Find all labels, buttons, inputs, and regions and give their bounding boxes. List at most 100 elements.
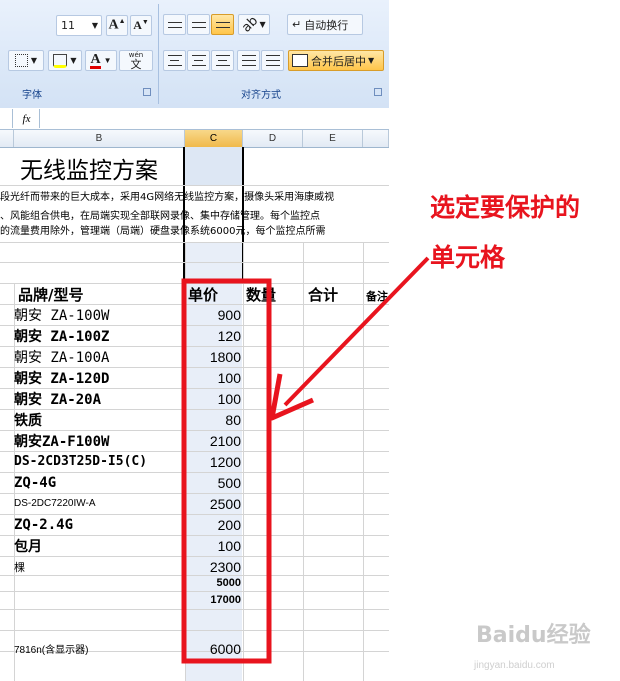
formula-input[interactable] bbox=[41, 109, 387, 128]
header-total[interactable]: 合计 bbox=[308, 284, 338, 305]
brand-cell[interactable]: DS-2CD3T25D-I5(C) bbox=[14, 451, 147, 472]
price-cell[interactable]: 100 bbox=[185, 388, 241, 409]
font-size-box[interactable]: 11 ▼ bbox=[56, 15, 102, 36]
header-price[interactable]: 单价 bbox=[188, 284, 218, 305]
brand-cell[interactable]: 朝安ZA-F100W bbox=[14, 430, 109, 451]
column-header-d[interactable]: D bbox=[243, 130, 303, 147]
price-cell[interactable]: 200 bbox=[185, 514, 241, 535]
grid-vline bbox=[363, 242, 364, 681]
brand-cell[interactable]: 朝安 ZA-100W bbox=[14, 304, 109, 325]
shrink-font-button[interactable]: A▼ bbox=[130, 15, 152, 36]
column-header-e[interactable]: E bbox=[303, 130, 363, 147]
header-note[interactable]: 备注 bbox=[366, 288, 388, 304]
merge-center-icon bbox=[292, 54, 308, 67]
grow-font-button[interactable]: A▲ bbox=[106, 15, 128, 36]
price-cell[interactable]: 1800 bbox=[185, 346, 241, 367]
wrap-text-icon: ↵ bbox=[292, 18, 302, 31]
price-cell[interactable]: 100 bbox=[185, 367, 241, 388]
brand-cell[interactable]: 朝安 ZA-100Z bbox=[14, 325, 109, 346]
brand-cell[interactable]: 铁质 bbox=[14, 409, 42, 430]
price-cell[interactable]: 80 bbox=[185, 409, 241, 430]
wrap-text-button[interactable]: ↵ 自动换行 bbox=[287, 14, 363, 35]
brand-cell[interactable]: 朝安 ZA-20A bbox=[14, 388, 101, 409]
price-cell[interactable]: 2300 bbox=[185, 556, 241, 577]
select-all-corner[interactable] bbox=[0, 130, 14, 147]
price-cell[interactable]: 2100 bbox=[185, 430, 241, 451]
brand-cell[interactable]: 朝安 ZA-120D bbox=[14, 367, 109, 388]
grid-hline bbox=[0, 242, 389, 243]
align-bottom-button[interactable] bbox=[211, 14, 234, 35]
fill-bucket-icon bbox=[53, 53, 68, 68]
brand-cell[interactable]: 7816n(含显示器) bbox=[14, 638, 88, 659]
borders-button[interactable]: ▼ bbox=[8, 50, 44, 71]
price-cell[interactable] bbox=[185, 609, 241, 630]
grow-font-icon: A▲ bbox=[108, 17, 126, 33]
column-headers: B C D E bbox=[0, 130, 389, 148]
column-header-f[interactable] bbox=[363, 130, 389, 147]
column-header-b[interactable]: B bbox=[14, 130, 185, 147]
price-cell[interactable]: 1200 bbox=[185, 451, 241, 472]
chevron-down-icon: ▼ bbox=[30, 56, 38, 65]
orientation-icon: ab bbox=[239, 13, 262, 36]
font-color-button[interactable]: A ▼ bbox=[85, 50, 117, 71]
price-cell[interactable]: 100 bbox=[185, 535, 241, 556]
phonetic-button[interactable]: wén 文 bbox=[119, 50, 153, 71]
intro-line-1[interactable]: 段光纤而带来的巨大成本，采用4G网络无线监控方案，摄像头采用海康威视 bbox=[0, 188, 334, 203]
align-middle-button[interactable] bbox=[187, 14, 210, 35]
align-bottom-icon bbox=[215, 21, 230, 23]
chevron-down-icon: ▼ bbox=[91, 21, 98, 30]
brand-cell[interactable]: ZQ-4G bbox=[14, 472, 56, 493]
worksheet-grid[interactable]: 无线监控方案 段光纤而带来的巨大成本，采用4G网络无线监控方案，摄像头采用海康威… bbox=[0, 147, 389, 681]
align-dialog-launcher[interactable] bbox=[374, 88, 382, 96]
fx-icon: fx bbox=[22, 112, 31, 125]
orientation-button[interactable]: ab ▼ bbox=[238, 13, 270, 36]
brand-cell[interactable]: 棵 bbox=[14, 556, 25, 577]
borders-icon bbox=[14, 54, 28, 67]
ribbon: 11 ▼ A▲ A▼ ▼ ▼ A ▼ wén 文 字体 ab ▼ ↵ 自动换行 … bbox=[0, 0, 389, 109]
watermark-url: jingyan.baidu.com bbox=[474, 660, 555, 671]
decrease-indent-icon bbox=[241, 55, 256, 56]
price-cell[interactable]: 500 bbox=[185, 472, 241, 493]
font-dialog-launcher[interactable] bbox=[143, 88, 151, 96]
grid-vline bbox=[243, 242, 244, 681]
price-cell[interactable]: 17000 bbox=[185, 591, 241, 609]
merge-center-button[interactable]: 合并后居中 ▼ bbox=[288, 50, 384, 71]
align-top-icon bbox=[167, 21, 182, 23]
fill-color-button[interactable]: ▼ bbox=[48, 50, 82, 71]
group-separator bbox=[158, 4, 159, 104]
brand-cell[interactable]: 朝安 ZA-100A bbox=[14, 346, 109, 367]
price-cell[interactable]: 2500 bbox=[185, 493, 241, 514]
intro-line-2[interactable]: 、风能组合供电，在局端实现全部联网录像、集中存储管理。每个监控点 bbox=[0, 207, 320, 222]
align-top-button[interactable] bbox=[163, 14, 186, 35]
formula-bar: fx bbox=[0, 108, 389, 130]
brand-cell[interactable]: ZQ-2.4G bbox=[14, 514, 73, 535]
wrap-text-label: 自动换行 bbox=[304, 18, 349, 32]
sheet-title[interactable]: 无线监控方案 bbox=[20, 151, 158, 185]
phonetic-icon: 文 bbox=[130, 58, 142, 71]
name-box[interactable] bbox=[0, 109, 13, 128]
price-cell[interactable]: 120 bbox=[185, 325, 241, 346]
header-qty[interactable]: 数量 bbox=[246, 284, 276, 305]
price-cell[interactable]: 5000 bbox=[185, 575, 241, 591]
grid-hline bbox=[0, 185, 389, 186]
decrease-indent-button[interactable] bbox=[237, 50, 260, 71]
grid-vline bbox=[303, 242, 304, 681]
price-cell[interactable]: 900 bbox=[185, 304, 241, 325]
header-brand[interactable]: 品牌/型号 bbox=[18, 284, 83, 305]
price-cell[interactable]: 6000 bbox=[185, 638, 241, 659]
align-center-button[interactable] bbox=[187, 50, 210, 71]
increase-indent-button[interactable] bbox=[261, 50, 284, 71]
align-middle-icon bbox=[191, 21, 206, 23]
align-center-icon bbox=[191, 55, 206, 56]
align-right-icon bbox=[215, 55, 230, 56]
intro-line-3[interactable]: 的流量费用除外，管理端（局端）硬盘录像系统6000元，每个监控点所需 bbox=[0, 222, 325, 237]
brand-cell[interactable]: DS-2DC7220IW-A bbox=[14, 493, 96, 514]
fx-button[interactable]: fx bbox=[14, 109, 40, 128]
align-right-button[interactable] bbox=[211, 50, 234, 71]
brand-cell[interactable]: 包月 bbox=[14, 535, 42, 556]
chevron-down-icon: ▼ bbox=[368, 56, 375, 65]
align-left-icon bbox=[167, 55, 182, 56]
font-group-label: 字体 bbox=[22, 90, 42, 101]
align-left-button[interactable] bbox=[163, 50, 186, 71]
column-header-c[interactable]: C bbox=[185, 130, 243, 147]
